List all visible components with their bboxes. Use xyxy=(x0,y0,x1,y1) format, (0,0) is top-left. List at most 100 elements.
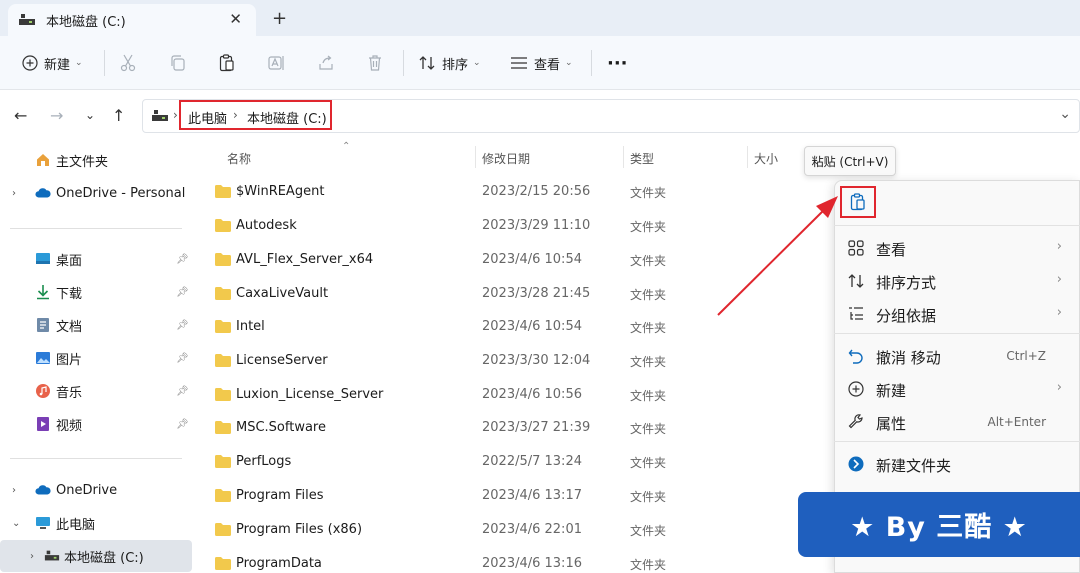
file-row[interactable]: Program Files (x86) 2023/4/6 22:01 文件夹 xyxy=(200,513,830,547)
folder-icon xyxy=(215,523,231,536)
sidebar-item-videos[interactable]: 视频 📌︎ xyxy=(0,409,192,439)
pin-icon[interactable]: 📌︎ xyxy=(176,254,189,265)
toolbar-divider xyxy=(104,50,105,76)
file-row[interactable]: PerfLogs 2022/5/7 13:24 文件夹 xyxy=(200,445,830,479)
submenu-arrow-icon: › xyxy=(1056,305,1062,320)
breadcrumb-this-pc[interactable]: 此电脑 xyxy=(188,108,227,127)
sidebar-item-label: 音乐 xyxy=(56,385,83,401)
sort-button[interactable]: 排序 ⌄ xyxy=(418,51,481,75)
file-row[interactable]: Luxion_License_Server 2023/4/6 10:56 文件夹 xyxy=(200,378,830,412)
new-button[interactable]: 新建 ⌄ xyxy=(22,51,83,75)
file-name: ProgramData xyxy=(236,556,322,571)
tab-local-disk[interactable]: 本地磁盘 (C:) ✕ xyxy=(8,4,256,36)
pin-icon[interactable]: 📌︎ xyxy=(176,287,189,298)
file-date: 2023/4/6 10:56 xyxy=(482,387,582,402)
column-divider[interactable] xyxy=(623,146,624,168)
expand-chevron-icon[interactable]: › xyxy=(30,551,34,562)
view-button[interactable]: 查看 ⌄ xyxy=(510,51,573,75)
column-divider[interactable] xyxy=(475,146,476,168)
folder-icon xyxy=(215,354,231,367)
file-type: 文件夹 xyxy=(630,355,667,369)
file-date: 2023/4/6 10:54 xyxy=(482,252,582,267)
file-name: $WinREAgent xyxy=(236,184,325,199)
sidebar-item-music[interactable]: 音乐 📌︎ xyxy=(0,376,192,406)
column-header-date[interactable]: 修改日期 xyxy=(482,150,530,167)
file-name: MSC.Software xyxy=(236,420,326,435)
file-name: PerfLogs xyxy=(236,454,292,469)
menu-item-sort[interactable]: 排序方式 › xyxy=(834,265,1080,297)
file-row[interactable]: LicenseServer 2023/3/30 12:04 文件夹 xyxy=(200,344,830,378)
rename-button[interactable] xyxy=(268,51,286,75)
breadcrumb-separator-icon: › xyxy=(233,108,238,122)
sidebar-item-label: 图片 xyxy=(56,352,83,368)
file-name: Autodesk xyxy=(236,218,297,233)
pin-icon[interactable]: 📌︎ xyxy=(176,419,189,430)
menu-item-group[interactable]: 分组依据 › xyxy=(834,298,1080,330)
menu-item-properties[interactable]: 属性 Alt+Enter xyxy=(834,406,1080,438)
cloud-icon xyxy=(35,482,51,498)
forward-arrow-icon[interactable]: → xyxy=(50,106,63,125)
close-tab-icon[interactable]: ✕ xyxy=(229,10,242,28)
up-arrow-icon[interactable]: ↑ xyxy=(112,106,125,125)
sidebar-item-downloads[interactable]: 下载 📌︎ xyxy=(0,277,192,307)
sidebar-item-local-disk[interactable]: › 本地磁盘 (C:) xyxy=(0,540,192,572)
sort-ascending-icon: ⌃ xyxy=(342,141,351,152)
sidebar-item-onedrive-personal[interactable]: › OneDrive - Personal xyxy=(0,178,192,208)
collapse-chevron-icon[interactable]: ⌄ xyxy=(12,518,20,529)
sidebar-item-onedrive[interactable]: › OneDrive xyxy=(0,475,192,505)
breadcrumb-local-disk[interactable]: 本地磁盘 (C:) xyxy=(247,108,327,127)
tab-bar: 本地磁盘 (C:) ✕ + xyxy=(0,0,1080,36)
file-date: 2023/2/15 20:56 xyxy=(482,184,591,199)
cut-button[interactable] xyxy=(120,51,136,75)
share-button[interactable] xyxy=(318,51,334,75)
address-dropdown-icon[interactable]: ⌄ xyxy=(1059,106,1071,122)
home-icon xyxy=(35,152,51,168)
delete-button[interactable] xyxy=(367,51,383,75)
folder-icon xyxy=(215,320,231,333)
chevron-down-icon: ⌄ xyxy=(565,58,573,68)
sidebar-item-label: OneDrive xyxy=(56,482,118,498)
paste-icon xyxy=(850,193,865,211)
paste-tooltip: 粘贴 (Ctrl+V) xyxy=(804,146,896,176)
column-header-type[interactable]: 类型 xyxy=(630,150,654,167)
expand-chevron-icon[interactable]: › xyxy=(12,188,16,199)
menu-item-undo[interactable]: 撤消 移动 Ctrl+Z xyxy=(834,340,1080,372)
menu-item-label: 新建 xyxy=(876,382,907,400)
back-arrow-icon[interactable]: ← xyxy=(14,106,27,125)
sidebar-item-this-pc[interactable]: ⌄ 此电脑 xyxy=(0,508,192,538)
menu-item-new[interactable]: 新建 › xyxy=(834,373,1080,405)
folder-icon xyxy=(215,388,231,401)
menu-item-view[interactable]: 查看 › xyxy=(834,232,1080,264)
new-tab-button[interactable]: + xyxy=(272,8,287,29)
sidebar-item-home[interactable]: 主文件夹 xyxy=(0,145,192,175)
file-row[interactable]: ProgramData 2023/4/6 13:16 文件夹 xyxy=(200,547,830,573)
file-row[interactable]: Program Files 2023/4/6 13:17 文件夹 xyxy=(200,479,830,513)
column-header-size[interactable]: 大小 xyxy=(754,150,778,167)
music-icon xyxy=(35,383,51,399)
menu-divider xyxy=(834,441,1080,442)
recent-chevron-icon[interactable]: ⌄ xyxy=(85,108,95,122)
column-divider[interactable] xyxy=(747,146,748,168)
copy-button[interactable] xyxy=(170,51,186,75)
document-icon xyxy=(35,317,51,333)
pin-icon[interactable]: 📌︎ xyxy=(176,320,189,331)
file-name: Intel xyxy=(236,319,265,334)
paste-toolbar-button[interactable] xyxy=(219,51,235,75)
pin-icon[interactable]: 📌︎ xyxy=(176,386,189,397)
sidebar-item-pictures[interactable]: 图片 📌︎ xyxy=(0,343,192,373)
sidebar-item-documents[interactable]: 文档 📌︎ xyxy=(0,310,192,340)
picture-icon xyxy=(35,350,51,366)
folder-icon xyxy=(215,287,231,300)
column-header-name[interactable]: 名称 xyxy=(227,150,251,167)
sidebar-item-label: 此电脑 xyxy=(56,517,96,533)
pin-icon[interactable]: 📌︎ xyxy=(176,353,189,364)
file-type: 文件夹 xyxy=(630,389,667,403)
expand-chevron-icon[interactable]: › xyxy=(12,485,16,496)
folder-icon xyxy=(215,455,231,468)
sidebar-item-desktop[interactable]: 桌面 📌︎ xyxy=(0,244,192,274)
more-options-button[interactable]: ··· xyxy=(607,51,628,75)
file-type: 文件夹 xyxy=(630,321,667,335)
file-row[interactable]: MSC.Software 2023/3/27 21:39 文件夹 xyxy=(200,411,830,445)
menu-item-new-folder[interactable]: 新建文件夹 xyxy=(834,448,1080,480)
file-name: LicenseServer xyxy=(236,353,328,368)
